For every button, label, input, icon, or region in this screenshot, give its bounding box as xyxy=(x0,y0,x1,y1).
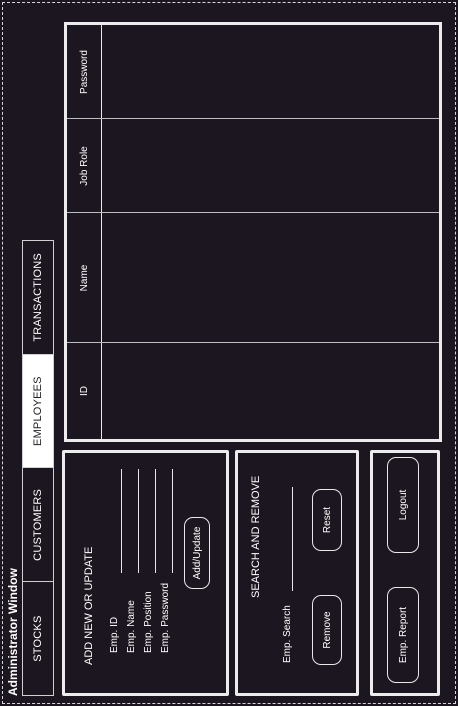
emp-search-label: Emp. Search xyxy=(282,605,293,663)
screen-frame: Administrator Window STOCKS CUSTOMERS EM… xyxy=(0,0,458,706)
emp-name-field[interactable] xyxy=(138,469,139,573)
table-header: ID Name Job Role Password xyxy=(67,25,102,439)
emp-position-field[interactable] xyxy=(155,469,156,573)
emp-report-button[interactable]: Emp. Report xyxy=(387,587,419,683)
header-password[interactable]: Password xyxy=(67,25,101,119)
header-name[interactable]: Name xyxy=(67,213,101,343)
emp-id-field[interactable] xyxy=(121,469,122,573)
emp-id-label: Emp. ID xyxy=(109,616,120,653)
search-remove-panel: SEARCH AND REMOVE Emp. Search Remove Res… xyxy=(235,450,359,696)
window-title: Administrator Window xyxy=(6,568,20,696)
add-update-button[interactable]: Add/Update xyxy=(184,517,210,589)
emp-search-field[interactable] xyxy=(292,487,293,591)
admin-window: Administrator Window STOCKS CUSTOMERS EM… xyxy=(0,0,458,706)
column-divider xyxy=(67,212,439,213)
column-divider xyxy=(67,118,439,119)
header-id[interactable]: ID xyxy=(67,343,101,439)
emp-password-field[interactable] xyxy=(172,469,173,573)
emp-position-label: Emp. Position xyxy=(143,591,154,653)
add-update-title: ADD NEW OR UPDATE xyxy=(83,546,95,665)
tab-bar: STOCKS CUSTOMERS EMPLOYEES TRANSACTIONS xyxy=(22,240,54,696)
reset-button[interactable]: Reset xyxy=(312,489,342,551)
remove-button[interactable]: Remove xyxy=(312,595,342,665)
tab-stocks[interactable]: STOCKS xyxy=(23,581,53,695)
search-remove-title: SEARCH AND REMOVE xyxy=(250,475,262,598)
header-job-role[interactable]: Job Role xyxy=(67,119,101,213)
emp-name-label: Emp. Name xyxy=(126,600,137,653)
actions-panel: Emp. Report Logout xyxy=(370,450,440,696)
tab-employees[interactable]: EMPLOYEES xyxy=(23,353,53,468)
employees-table[interactable]: ID Name Job Role Password xyxy=(64,22,442,442)
tab-transactions[interactable]: TRANSACTIONS xyxy=(23,241,53,354)
add-update-panel: ADD NEW OR UPDATE Emp. ID Emp. Name Emp.… xyxy=(62,450,229,696)
tab-customers[interactable]: CUSTOMERS xyxy=(23,467,53,582)
emp-password-label: Emp. Password xyxy=(160,582,171,653)
logout-button[interactable]: Logout xyxy=(387,457,419,553)
column-divider xyxy=(67,342,439,343)
